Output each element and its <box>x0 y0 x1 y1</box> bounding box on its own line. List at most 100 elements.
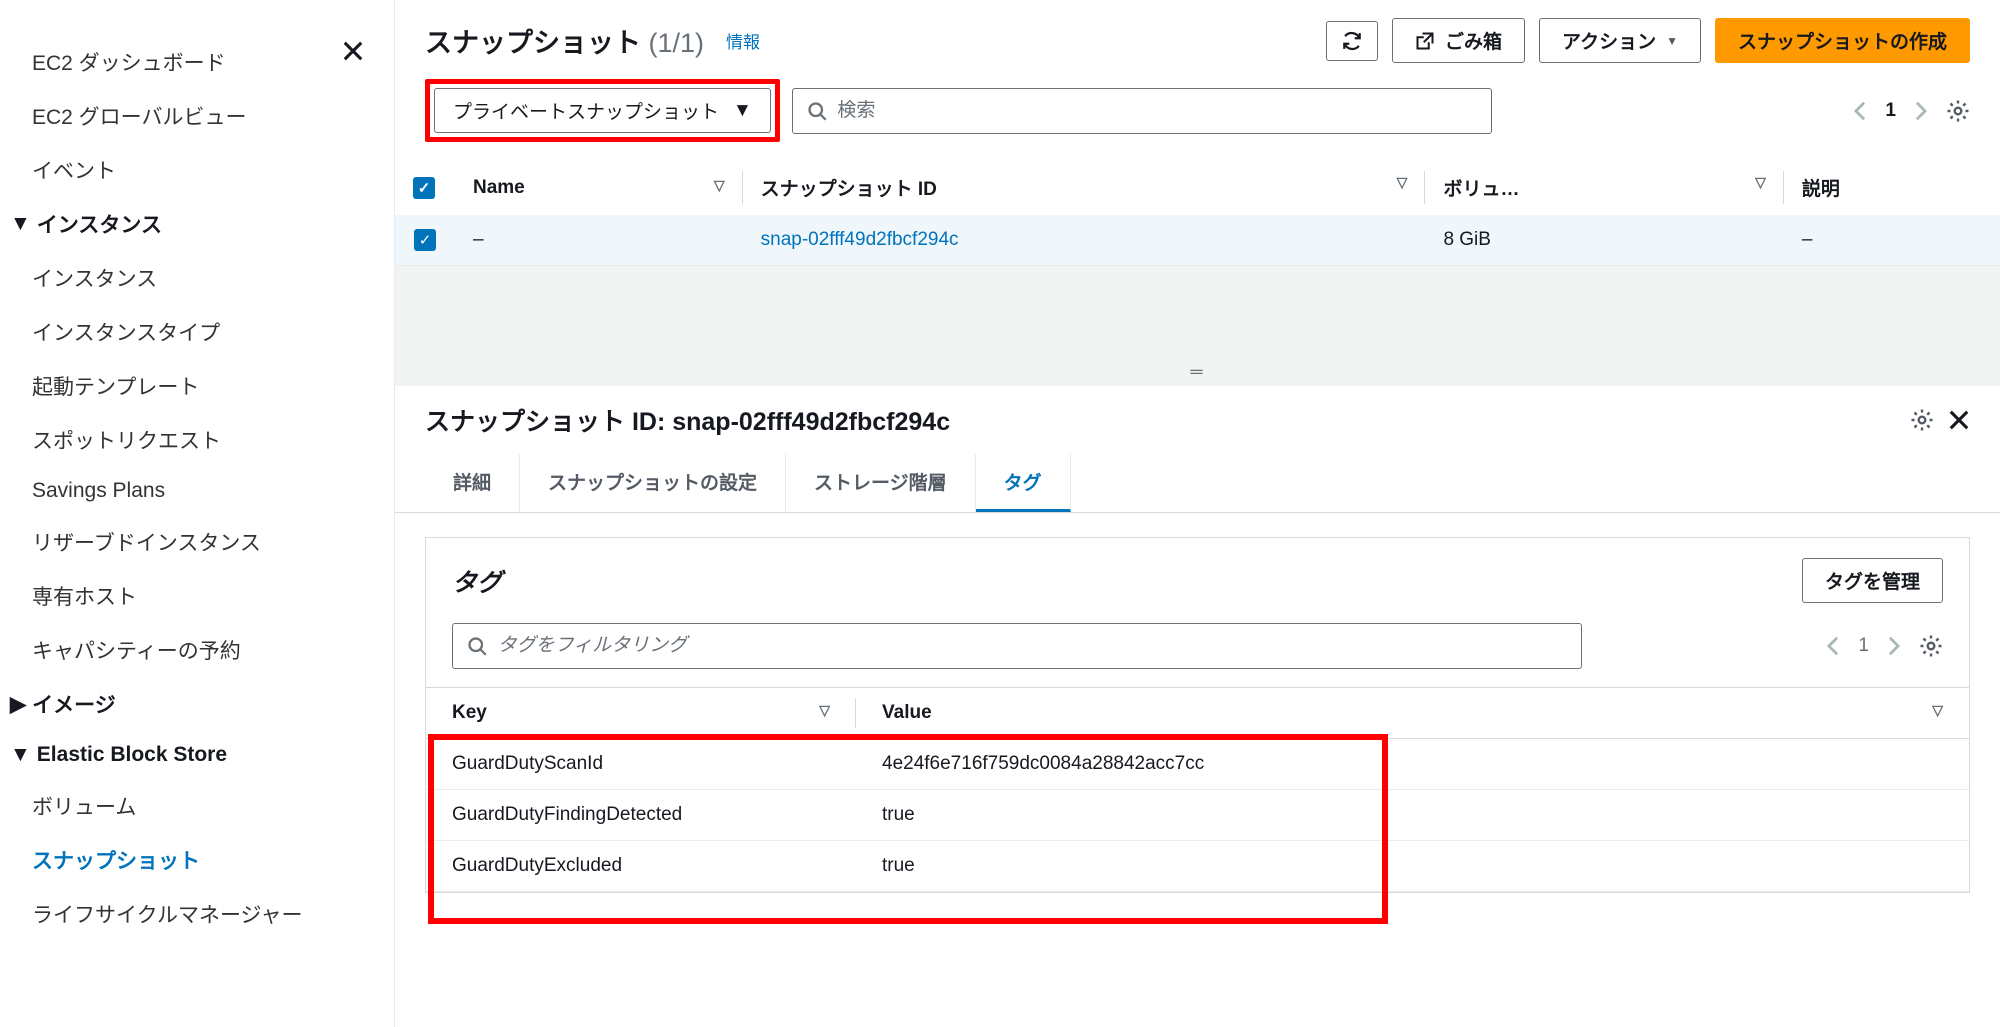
sidebar-item-dashboard[interactable]: EC2 ダッシュボード <box>0 35 394 89</box>
sidebar-item-volumes[interactable]: ボリューム <box>0 779 394 833</box>
cell-volume: 8 GiB <box>1425 215 1783 265</box>
select-all-header[interactable]: ✓ <box>395 160 455 215</box>
tag-key: GuardDutyFindingDetected <box>426 790 856 841</box>
tags-pagination: 1 <box>1826 634 1943 658</box>
sidebar: EC2 ダッシュボード EC2 グローバルビュー イベント ▼ インスタンス イ… <box>0 0 395 1027</box>
create-snapshot-button[interactable]: スナップショットの作成 <box>1715 18 1970 63</box>
section-label: Elastic Block Store <box>37 743 227 767</box>
tab-tags[interactable]: タグ <box>976 454 1071 512</box>
page-title: スナップショット (1/1) <box>425 21 704 60</box>
sidebar-item-events[interactable]: イベント <box>0 143 394 197</box>
sort-icon: ▽ <box>1755 174 1766 191</box>
details-tabs: 詳細 スナップショットの設定 ストレージ階層 タグ <box>395 454 2000 513</box>
ownership-filter-dropdown[interactable]: プライベートスナップショット ▼ <box>434 88 771 133</box>
cell-name: – <box>455 215 743 265</box>
drag-handle-icon[interactable]: ═ <box>1190 362 1204 382</box>
sidebar-section-images[interactable]: ▶ イメージ <box>0 677 394 731</box>
gear-icon <box>1919 634 1943 658</box>
tag-value: true <box>856 790 1969 841</box>
pagination: 1 <box>1853 99 1970 123</box>
snapshots-table: ✓ Name▽ スナップショット ID▽ ボリュ…▽ 説明 ✓ – snap-0… <box>395 160 2000 265</box>
sidebar-section-ebs[interactable]: ▼ Elastic Block Store <box>0 731 394 779</box>
tags-table: Key▽ Value▽ GuardDutyScanId 4e24f6e716f7… <box>426 687 1969 892</box>
tags-next-page[interactable] <box>1887 635 1901 657</box>
prev-page-button[interactable] <box>1853 100 1867 122</box>
recycle-bin-button[interactable]: ごみ箱 <box>1392 18 1525 63</box>
chevron-down-icon: ▼ <box>1666 34 1678 48</box>
tags-card-title: タグ <box>452 563 502 599</box>
next-page-button[interactable] <box>1914 100 1928 122</box>
tags-column-key[interactable]: Key▽ <box>426 688 856 739</box>
refresh-icon <box>1341 30 1363 52</box>
search-input[interactable] <box>837 100 1476 122</box>
sidebar-item-capacity-reservations[interactable]: キャパシティーの予約 <box>0 623 394 677</box>
sidebar-item-savings-plans[interactable]: Savings Plans <box>0 467 394 515</box>
tag-row: GuardDutyFindingDetected true <box>426 790 1969 841</box>
sidebar-close-icon[interactable] <box>342 40 364 62</box>
sidebar-item-instances[interactable]: インスタンス <box>0 251 394 305</box>
settings-button[interactable] <box>1946 99 1970 123</box>
tags-page-number: 1 <box>1858 635 1869 657</box>
column-description[interactable]: 説明 <box>1784 160 2000 215</box>
dropdown-label: プライベートスナップショット <box>453 97 719 124</box>
details-panel: スナップショット ID: snap-02fff49d2fbcf294c 詳細 ス… <box>395 386 2000 1027</box>
tags-prev-page[interactable] <box>1826 635 1840 657</box>
close-icon <box>1948 409 1970 431</box>
cell-snapshot-id-link[interactable]: snap-02fff49d2fbcf294c <box>761 229 959 250</box>
panel-resize-area: ═ <box>395 266 2000 386</box>
tab-details[interactable]: 詳細 <box>425 454 520 512</box>
tags-filter-box[interactable] <box>452 623 1582 669</box>
column-volume[interactable]: ボリュ…▽ <box>1425 160 1783 215</box>
table-row[interactable]: ✓ – snap-02fff49d2fbcf294c 8 GiB – <box>395 215 2000 265</box>
sort-icon: ▽ <box>1932 702 1943 719</box>
caret-right-icon: ▶ <box>10 692 26 717</box>
sidebar-item-instance-types[interactable]: インスタンスタイプ <box>0 305 394 359</box>
column-name[interactable]: Name▽ <box>455 160 743 215</box>
manage-tags-button[interactable]: タグを管理 <box>1802 558 1943 603</box>
gear-icon <box>1946 99 1970 123</box>
cell-description: – <box>1784 215 2000 265</box>
tag-row: GuardDutyScanId 4e24f6e716f759dc0084a288… <box>426 739 1969 790</box>
tags-filter-input[interactable] <box>498 635 1567 657</box>
sidebar-item-launch-templates[interactable]: 起動テンプレート <box>0 359 394 413</box>
sort-icon: ▽ <box>819 702 830 719</box>
sidebar-item-global-view[interactable]: EC2 グローバルビュー <box>0 89 394 143</box>
tag-row: GuardDutyExcluded true <box>426 841 1969 892</box>
main-content: スナップショット (1/1) 情報 ごみ箱 アクション ▼ スナップショットの作… <box>395 0 2000 1027</box>
section-label: イメージ <box>32 689 116 719</box>
tab-snapshot-settings[interactable]: スナップショットの設定 <box>520 454 786 512</box>
column-snapshot-id[interactable]: スナップショット ID▽ <box>743 160 1426 215</box>
tag-key: GuardDutyScanId <box>426 739 856 790</box>
details-close-button[interactable] <box>1948 409 1970 431</box>
tab-storage-tier[interactable]: ストレージ階層 <box>786 454 976 512</box>
button-label: アクション <box>1562 27 1656 54</box>
actions-button[interactable]: アクション ▼ <box>1539 18 1701 63</box>
sidebar-item-snapshots[interactable]: スナップショット <box>0 833 394 887</box>
gear-icon <box>1910 408 1934 432</box>
details-settings-button[interactable] <box>1910 408 1934 432</box>
filter-row: プライベートスナップショット ▼ 1 <box>395 71 2000 160</box>
checkbox-checked-icon[interactable]: ✓ <box>414 229 436 251</box>
sidebar-item-reserved-instances[interactable]: リザーブドインスタンス <box>0 515 394 569</box>
checkbox-checked-icon: ✓ <box>413 177 435 199</box>
info-link[interactable]: 情報 <box>726 28 760 53</box>
refresh-button[interactable] <box>1326 21 1378 61</box>
tags-column-value[interactable]: Value▽ <box>856 688 1969 739</box>
tags-settings-button[interactable] <box>1919 634 1943 658</box>
caret-down-icon: ▼ <box>10 743 31 767</box>
page-number: 1 <box>1885 100 1896 122</box>
sidebar-section-instances[interactable]: ▼ インスタンス <box>0 197 394 251</box>
search-icon <box>467 636 487 656</box>
details-title: スナップショット ID: snap-02fff49d2fbcf294c <box>425 402 950 438</box>
ownership-filter-highlight: プライベートスナップショット ▼ <box>425 79 780 142</box>
sidebar-item-spot-requests[interactable]: スポットリクエスト <box>0 413 394 467</box>
chevron-down-icon: ▼ <box>733 100 752 122</box>
sort-icon: ▽ <box>1397 174 1408 191</box>
sidebar-item-lifecycle-manager[interactable]: ライフサイクルマネージャー <box>0 887 394 941</box>
button-label: ごみ箱 <box>1445 27 1502 54</box>
tag-value: true <box>856 841 1969 892</box>
search-box[interactable] <box>792 88 1492 134</box>
section-label: インスタンス <box>37 209 162 239</box>
sidebar-item-dedicated-hosts[interactable]: 専有ホスト <box>0 569 394 623</box>
search-icon <box>807 101 827 121</box>
